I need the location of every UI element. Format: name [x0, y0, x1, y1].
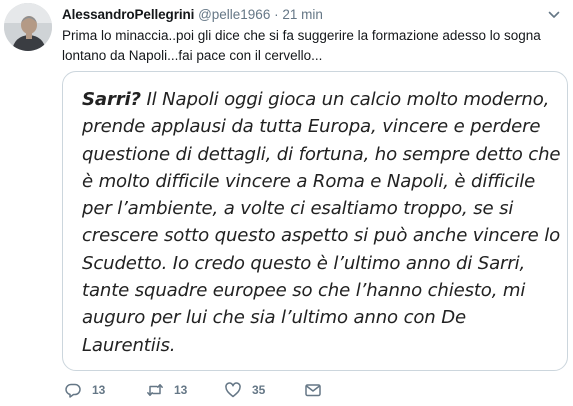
reply-count: 13: [92, 383, 106, 397]
quote-text: Sarri? Il Napoli oggi gioca un calcio mo…: [82, 86, 564, 359]
avatar[interactable]: [4, 3, 52, 51]
retweet-count: 13: [174, 383, 188, 397]
quote-lead: Sarri?: [82, 89, 141, 110]
retweet-icon: [147, 384, 163, 396]
like-button[interactable]: 35: [224, 378, 265, 402]
author-name[interactable]: AlessandroPellegrini: [62, 7, 194, 22]
tweet[interactable]: AlessandroPellegrini @pelle1966 · 21 min…: [0, 0, 573, 406]
tweet-actions: 13 13 35: [62, 378, 382, 402]
tweet-image[interactable]: Sarri? Il Napoli oggi gioca un calcio mo…: [62, 71, 568, 371]
reply-button[interactable]: 13: [64, 378, 105, 402]
direct-message-button[interactable]: [304, 378, 322, 402]
envelope-icon: [305, 384, 321, 397]
like-count: 35: [252, 383, 266, 397]
tweet-text: Prima lo minaccia..poi gli dice che si f…: [62, 28, 541, 63]
chevron-down-icon[interactable]: [547, 8, 561, 22]
retweet-button[interactable]: 13: [146, 378, 187, 402]
tweet-header: AlessandroPellegrini @pelle1966 · 21 min: [62, 6, 565, 24]
quote-body: Il Napoli oggi gioca un calcio molto mod…: [82, 89, 561, 356]
separator-dot: ·: [274, 7, 279, 22]
avatar-photo: [4, 3, 52, 51]
author-handle[interactable]: @pelle1966: [198, 7, 270, 22]
tweet-timestamp[interactable]: 21 min: [282, 7, 323, 22]
heart-icon: [225, 382, 241, 398]
reply-icon: [65, 383, 81, 398]
